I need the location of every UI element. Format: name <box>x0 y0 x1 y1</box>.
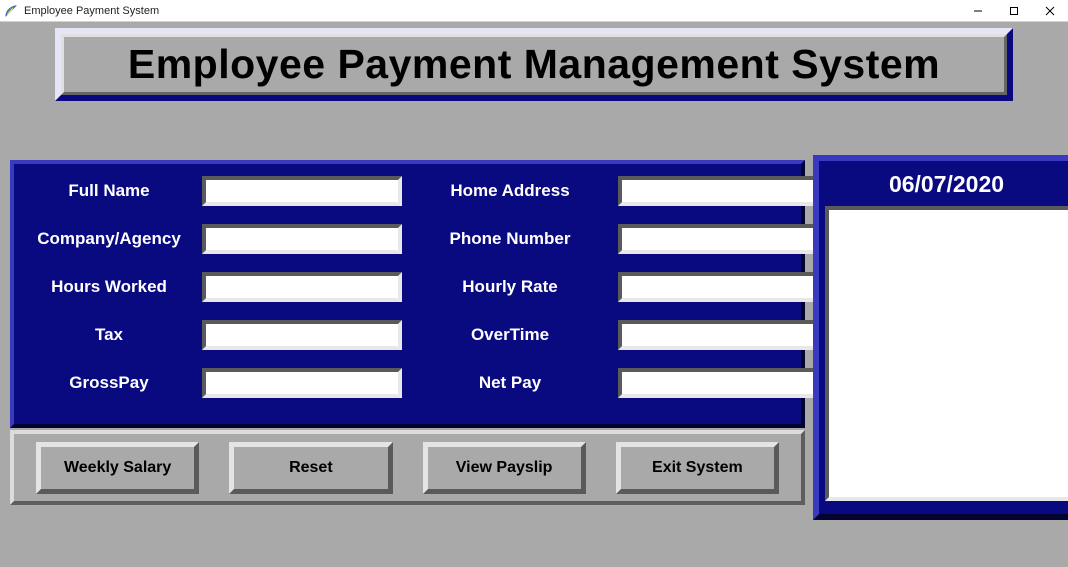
net-pay-input[interactable] <box>622 372 814 394</box>
hours-worked-input[interactable] <box>206 276 398 298</box>
tax-label: Tax <box>24 325 194 345</box>
company-agency-input[interactable] <box>206 228 398 250</box>
net-pay-label: Net Pay <box>410 373 610 393</box>
full-name-label: Full Name <box>24 181 194 201</box>
phone-number-input[interactable] <box>622 228 814 250</box>
payslip-textarea[interactable] <box>829 210 1068 497</box>
window-minimize-button[interactable] <box>960 0 996 21</box>
app-icon <box>4 4 18 18</box>
view-payslip-button[interactable]: View Payslip <box>423 442 586 494</box>
hourly-rate-label: Hourly Rate <box>410 277 610 297</box>
action-button-bar: Weekly Salary Reset View Payslip Exit Sy… <box>10 430 805 505</box>
payslip-date: 06/07/2020 <box>825 171 1068 198</box>
full-name-input[interactable] <box>206 180 398 202</box>
window-title: Employee Payment System <box>24 5 159 17</box>
overtime-input[interactable] <box>622 324 814 346</box>
home-address-label: Home Address <box>410 181 610 201</box>
employee-form-panel: Full Name Home Address Company/Agency Ph… <box>10 160 805 428</box>
window-maximize-button[interactable] <box>996 0 1032 21</box>
grosspay-input[interactable] <box>206 372 398 394</box>
tax-input[interactable] <box>206 324 398 346</box>
hours-worked-label: Hours Worked <box>24 277 194 297</box>
phone-number-label: Phone Number <box>410 229 610 249</box>
weekly-salary-button[interactable]: Weekly Salary <box>36 442 199 494</box>
reset-button[interactable]: Reset <box>229 442 392 494</box>
window-titlebar: Employee Payment System <box>0 0 1068 22</box>
payslip-panel: 06/07/2020 <box>813 155 1068 520</box>
home-address-input[interactable] <box>622 180 814 202</box>
window-close-button[interactable] <box>1032 0 1068 21</box>
grosspay-label: GrossPay <box>24 373 194 393</box>
hourly-rate-input[interactable] <box>622 276 814 298</box>
page-title: Employee Payment Management System <box>74 41 994 88</box>
header-banner: Employee Payment Management System <box>55 28 1013 101</box>
company-agency-label: Company/Agency <box>24 229 194 249</box>
exit-system-button[interactable]: Exit System <box>616 442 779 494</box>
overtime-label: OverTime <box>410 325 610 345</box>
